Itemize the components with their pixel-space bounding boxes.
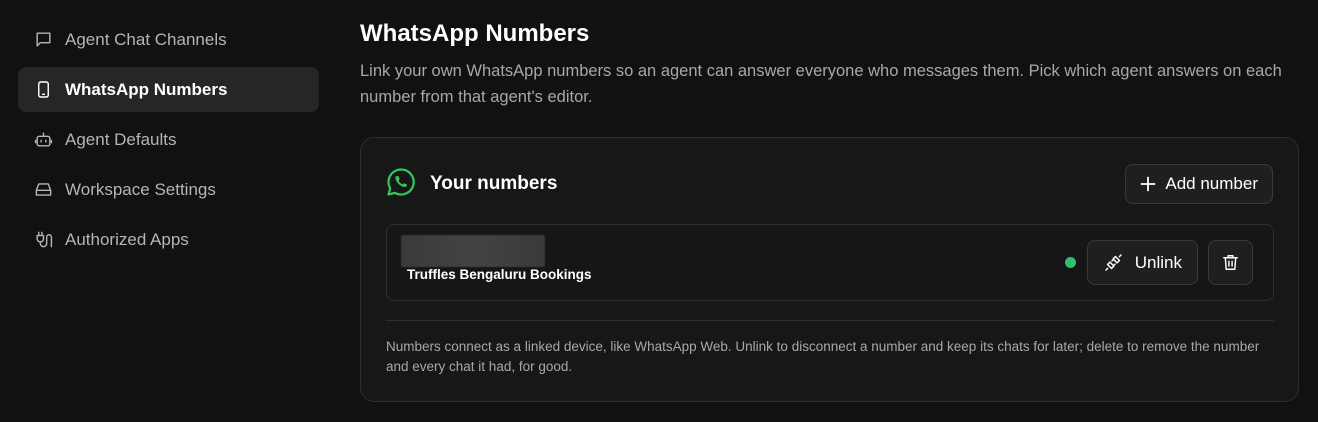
sidebar-item-label: WhatsApp Numbers (65, 79, 228, 99)
sidebar-item-label: Workspace Settings (65, 179, 216, 199)
number-name: Truffles Bengaluru Bookings (407, 267, 592, 282)
sidebar-item-agent-chat-channels[interactable]: Agent Chat Channels (18, 17, 319, 62)
add-number-button[interactable]: Add number (1125, 164, 1273, 204)
sidebar-item-workspace-settings[interactable]: Workspace Settings (18, 167, 319, 212)
sidebar-item-label: Agent Defaults (65, 129, 177, 149)
number-row: Truffles Bengaluru Bookings Unlink (386, 224, 1274, 301)
main-content: WhatsApp Numbers Link your own WhatsApp … (360, 18, 1300, 402)
card-title: Your numbers (430, 173, 558, 194)
chat-bubble-icon (33, 29, 54, 50)
redacted-phone-number (401, 235, 545, 267)
numbers-card: Your numbers Add number Truffles Bengalu… (360, 137, 1299, 402)
sidebar-item-authorized-apps[interactable]: Authorized Apps (18, 217, 319, 262)
card-header: Your numbers Add number (385, 164, 1273, 204)
unlink-label: Unlink (1134, 252, 1182, 272)
sidebar-item-label: Authorized Apps (65, 229, 189, 249)
drive-icon (33, 179, 54, 200)
sidebar-item-whatsapp-numbers[interactable]: WhatsApp Numbers (18, 67, 319, 112)
add-number-label: Add number (1165, 174, 1258, 193)
plus-icon (1140, 176, 1156, 192)
bot-icon (33, 129, 54, 150)
whatsapp-icon (385, 166, 430, 203)
page-title: WhatsApp Numbers (360, 20, 590, 47)
unlink-icon (1105, 254, 1122, 271)
plug-icon (33, 229, 54, 250)
card-footnote: Numbers connect as a linked device, like… (386, 339, 1260, 374)
sidebar-item-label: Agent Chat Channels (65, 29, 227, 49)
phone-icon (33, 79, 54, 100)
card-title-group: Your numbers (385, 166, 557, 203)
number-row-actions: Unlink (1064, 240, 1253, 285)
trash-icon (1223, 255, 1238, 270)
card-divider (386, 320, 1274, 321)
sidebar-item-agent-defaults[interactable]: Agent Defaults (18, 117, 319, 162)
settings-sidebar: Agent Chat Channels WhatsApp Numbers Age… (18, 17, 319, 267)
delete-number-button[interactable] (1208, 240, 1253, 285)
connected-status-dot (1064, 257, 1076, 268)
unlink-button[interactable]: Unlink (1086, 240, 1198, 285)
page-description: Link your own WhatsApp numbers so an age… (360, 62, 1282, 106)
